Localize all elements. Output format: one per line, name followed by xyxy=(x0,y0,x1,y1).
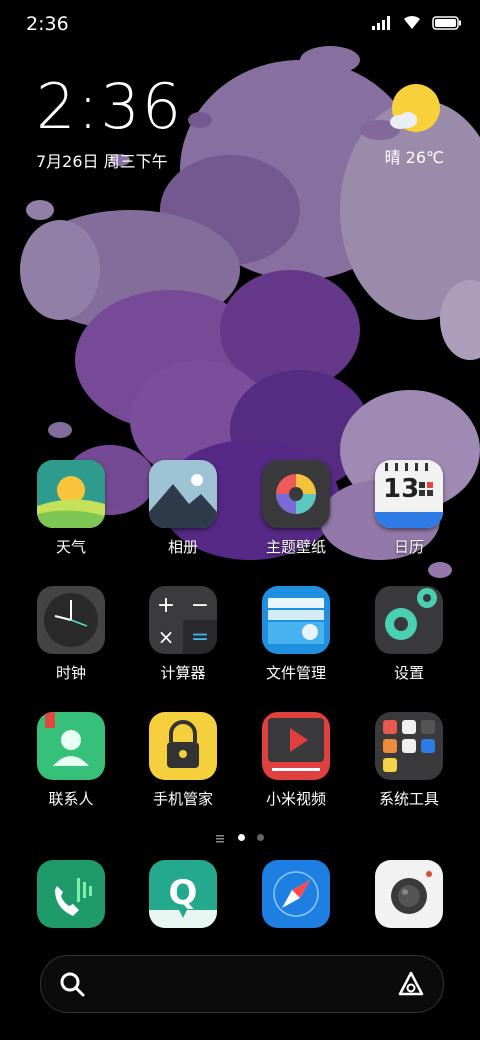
clock-app-icon xyxy=(37,586,105,654)
battery-icon xyxy=(432,15,462,34)
app-contacts[interactable]: 联系人 xyxy=(16,712,126,809)
weather-widget[interactable]: 晴 26℃ xyxy=(385,82,444,168)
status-time: 2:36 xyxy=(26,13,69,35)
app-label: 小米视频 xyxy=(265,790,326,808)
security-app-icon xyxy=(149,712,217,780)
app-weather[interactable]: 天气 xyxy=(16,460,126,557)
app-gallery[interactable]: 相册 xyxy=(128,460,238,557)
app-label: 设置 xyxy=(393,664,424,682)
calendar-app-icon: 13 xyxy=(375,460,443,528)
dock-camera[interactable] xyxy=(354,860,464,928)
camera-icon xyxy=(375,860,443,928)
app-label: 时钟 xyxy=(55,664,86,682)
dock-phone[interactable] xyxy=(16,860,126,928)
dock-browser[interactable] xyxy=(241,860,351,928)
app-label: 天气 xyxy=(55,538,86,556)
page-indicator[interactable] xyxy=(0,828,480,847)
page-dot xyxy=(257,834,264,841)
svg-text:+: + xyxy=(157,593,175,618)
weather-text: 晴 26℃ xyxy=(384,148,444,167)
signal-icon xyxy=(372,15,392,34)
calendar-day: 13 xyxy=(383,474,420,504)
app-mi-video[interactable]: 小米视频 xyxy=(241,712,351,809)
app-label: 主题壁纸 xyxy=(265,538,326,556)
app-folder-system-tools[interactable]: 系统工具 xyxy=(354,712,464,809)
contacts-app-icon xyxy=(37,712,105,780)
app-calendar[interactable]: 13 日历 xyxy=(354,460,464,557)
app-clock[interactable]: 时钟 xyxy=(16,586,126,683)
app-label: 联系人 xyxy=(48,790,94,808)
page-dot-active xyxy=(238,834,245,841)
svg-text:×: × xyxy=(158,625,175,649)
compass-icon xyxy=(262,860,330,928)
folder-icon xyxy=(375,712,443,780)
clock-widget[interactable]: 2:36 7月26日 周三下午 xyxy=(36,76,183,172)
svg-text:Q: Q xyxy=(169,873,198,913)
video-app-icon xyxy=(262,712,330,780)
app-themes[interactable]: 主题壁纸 xyxy=(241,460,351,557)
search-bar[interactable] xyxy=(40,955,444,1013)
gallery-app-icon xyxy=(149,460,217,528)
weather-app-icon xyxy=(37,460,105,528)
calculator-app-icon: + − × = xyxy=(149,586,217,654)
app-security[interactable]: 手机管家 xyxy=(128,712,238,809)
app-label: 系统工具 xyxy=(378,790,439,808)
app-label: 日历 xyxy=(393,538,424,556)
messages-icon: Q xyxy=(149,860,217,928)
app-calculator[interactable]: + − × = 计算器 xyxy=(128,586,238,683)
app-settings[interactable]: 设置 xyxy=(354,586,464,683)
clock-date: 7月26日 周三下午 xyxy=(36,152,168,171)
clock-time: 2:36 xyxy=(36,70,184,143)
settings-app-icon xyxy=(375,586,443,654)
file-manager-app-icon xyxy=(262,586,330,654)
status-bar: 2:36 xyxy=(0,0,480,50)
app-file-manager[interactable]: 文件管理 xyxy=(241,586,351,683)
app-label: 文件管理 xyxy=(265,664,326,682)
svg-text:=: = xyxy=(191,625,209,650)
app-label: 计算器 xyxy=(160,664,206,682)
sunny-cloud-icon xyxy=(390,84,441,132)
app-label: 手机管家 xyxy=(152,790,213,808)
phone-icon xyxy=(37,860,105,928)
app-label: 相册 xyxy=(167,538,198,556)
search-icon xyxy=(59,971,85,1001)
assistant-icon[interactable] xyxy=(397,970,425,1002)
menu-lines-icon xyxy=(216,828,226,847)
dock-messages[interactable]: Q xyxy=(128,860,238,928)
themes-app-icon xyxy=(262,460,330,528)
svg-text:−: − xyxy=(191,593,209,618)
wifi-icon xyxy=(402,14,422,34)
